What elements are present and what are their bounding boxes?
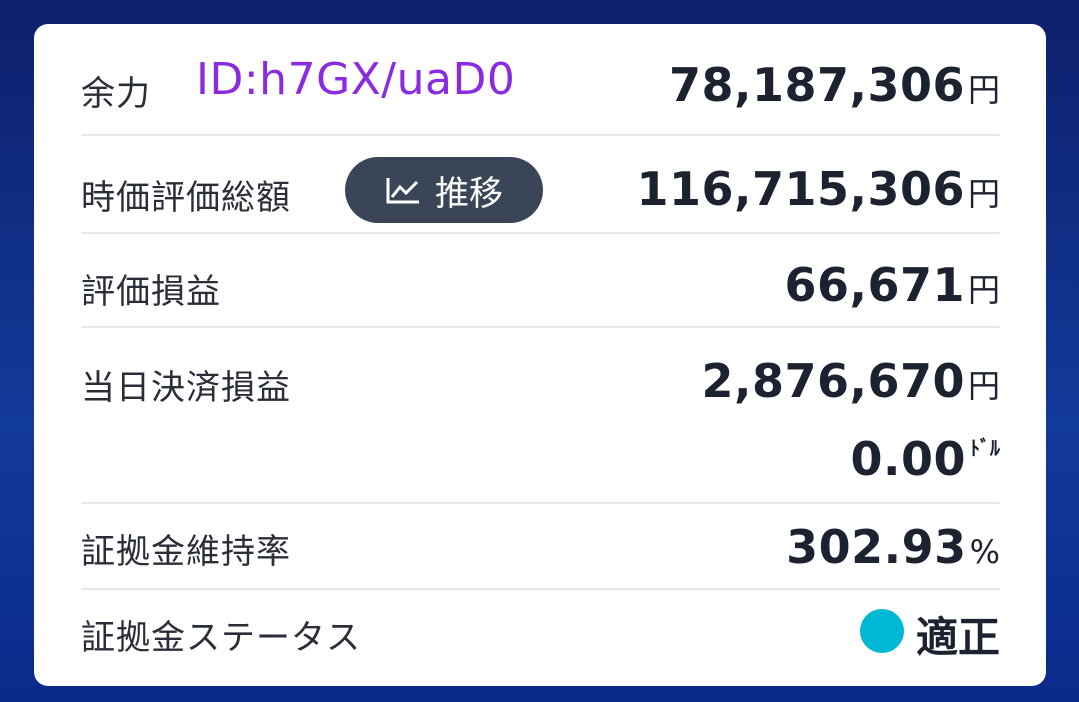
account-id: ID:h7GX/uaD0 bbox=[196, 54, 516, 105]
available-value: 78,187,306円 bbox=[669, 58, 1000, 112]
margin-ratio-unit: % bbox=[969, 533, 1000, 571]
market-value-amount: 116,715,306 bbox=[636, 162, 965, 216]
margin-status-value: 適正 bbox=[859, 604, 1000, 665]
unrealized-pl-amount: 66,671 bbox=[784, 258, 965, 312]
market-value-value: 116,715,306円 bbox=[636, 162, 1000, 216]
row-available: 余力 ID:h7GX/uaD0 78,187,306円 bbox=[81, 24, 1000, 136]
daily-settled-pl-label: 当日決済損益 bbox=[81, 368, 291, 408]
market-value-label: 時価評価総額 bbox=[81, 178, 291, 218]
daily-settled-pl-usd-amount: 0.00 bbox=[850, 432, 966, 486]
daily-settled-pl-yen-amount: 2,876,670 bbox=[701, 354, 965, 408]
unrealized-pl-unit: 円 bbox=[967, 271, 1000, 309]
row-market-value: 時価評価総額 推移 116,715,306円 bbox=[81, 136, 1000, 234]
available-amount: 78,187,306 bbox=[668, 58, 965, 112]
row-margin-status: 証拠金ステータス 適正 bbox=[81, 590, 1000, 680]
daily-settled-pl-yen: 2,876,670円 bbox=[701, 354, 1000, 408]
unrealized-pl-value: 66,671円 bbox=[784, 258, 1000, 312]
daily-settled-pl-usd: 0.00 ﾄﾞﾙ bbox=[851, 432, 1001, 486]
market-value-unit: 円 bbox=[967, 175, 1000, 213]
margin-status-text: 適正 bbox=[915, 613, 1000, 662]
margin-status-label: 証拠金ステータス bbox=[81, 618, 361, 658]
trend-button[interactable]: 推移 bbox=[345, 157, 543, 223]
row-margin-ratio: 証拠金維持率 302.93% bbox=[81, 504, 1000, 590]
margin-ratio-value: 302.93% bbox=[786, 520, 1000, 574]
account-summary-card: 余力 ID:h7GX/uaD0 78,187,306円 時価評価総額 推移 11… bbox=[34, 24, 1046, 686]
daily-settled-pl-yen-unit: 円 bbox=[967, 367, 1000, 405]
status-indicator-dot bbox=[859, 608, 904, 653]
available-label: 余力 bbox=[81, 74, 151, 114]
margin-ratio-amount: 302.93 bbox=[786, 520, 967, 574]
trend-button-label: 推移 bbox=[435, 173, 503, 214]
unrealized-pl-label: 評価損益 bbox=[81, 272, 221, 312]
row-daily-settled-pl: 当日決済損益 2,876,670円 0.00 ﾄﾞﾙ bbox=[81, 328, 1000, 504]
row-unrealized-pl: 評価損益 66,671円 bbox=[81, 234, 1000, 328]
available-unit: 円 bbox=[967, 71, 1000, 109]
margin-ratio-label: 証拠金維持率 bbox=[81, 532, 291, 572]
daily-settled-pl-usd-unit: ﾄﾞﾙ bbox=[970, 436, 1000, 460]
line-chart-icon bbox=[385, 175, 421, 205]
